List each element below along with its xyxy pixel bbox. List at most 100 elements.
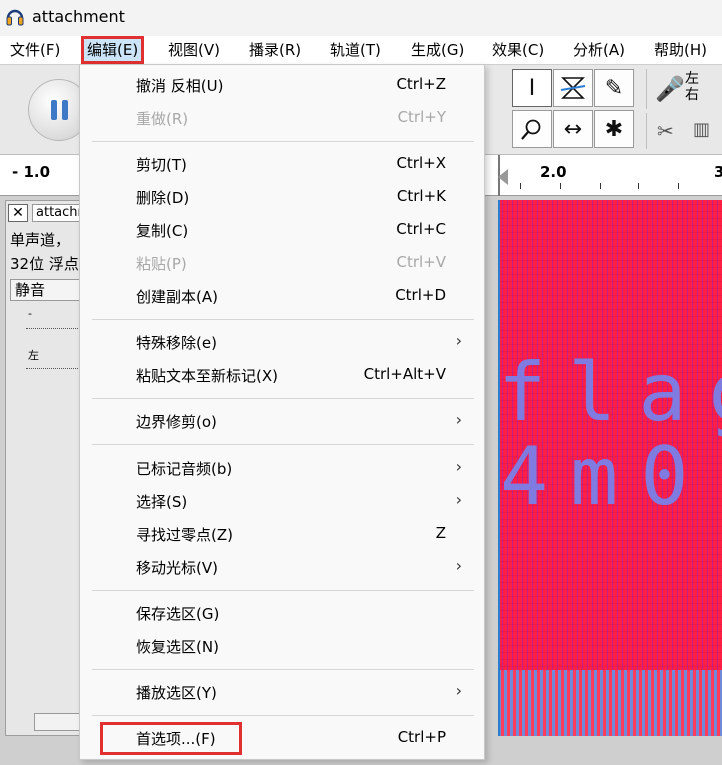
menu-edit[interactable]: 编辑(E): [81, 36, 145, 64]
menu-item-label: 重做(R): [136, 110, 189, 128]
track-info-format: 32位 浮点: [10, 255, 79, 273]
meter-channel-labels: 左右: [685, 71, 705, 103]
menu-item-select[interactable]: 选择(S) ›: [80, 485, 484, 518]
menu-separator: [92, 590, 474, 591]
ruler-label: - 1.0: [12, 163, 51, 181]
ruler-tick: [600, 183, 601, 189]
menu-item-move-cursor[interactable]: 移动光标(V) ›: [80, 551, 484, 584]
menu-item-label: 寻找过零点(Z): [136, 526, 233, 544]
edit-cursor: [498, 200, 500, 736]
menu-item-shortcut: Ctrl+Alt+V: [363, 365, 446, 383]
submenu-arrow-icon: ›: [455, 457, 462, 476]
menu-item-shortcut: Z: [435, 524, 446, 542]
menu-item-labeled-audio[interactable]: 已标记音频(b) ›: [80, 452, 484, 485]
edit-toolbar: ✂ ▥: [646, 113, 722, 149]
submenu-arrow-icon: ›: [455, 556, 462, 575]
submenu-arrow-icon: ›: [455, 410, 462, 429]
menu-item-label: 首选项...(F): [136, 730, 216, 748]
zoom-tool-icon[interactable]: [512, 110, 552, 148]
menu-item-redo[interactable]: 重做(R) Ctrl+Y: [80, 102, 484, 135]
menu-item-shortcut: Ctrl+V: [396, 253, 446, 271]
menu-item-remove-special[interactable]: 特殊移除(e) ›: [80, 326, 484, 359]
menu-item-undo[interactable]: 撤消 反相(U) Ctrl+Z: [80, 69, 484, 102]
menu-item-label: 粘贴(P): [136, 255, 187, 273]
menu-item-preferences[interactable]: 首选项...(F): [100, 722, 242, 755]
ruler-tick: [638, 183, 639, 189]
submenu-arrow-icon: ›: [455, 490, 462, 509]
menu-item-shortcut: Ctrl+X: [396, 154, 446, 172]
menu-item-shortcut: Ctrl+Z: [396, 75, 446, 93]
menu-item-find-zero-crossings[interactable]: 寻找过零点(Z) Z: [80, 518, 484, 551]
menu-item-label: 恢复选区(N): [136, 638, 219, 656]
menu-item-restore-selection[interactable]: 恢复选区(N): [80, 630, 484, 663]
menu-item-label: 特殊移除(e): [136, 334, 217, 352]
trim-icon[interactable]: ▥: [693, 119, 710, 140]
timeshift-tool-icon[interactable]: ↔: [553, 110, 593, 148]
track-close-button[interactable]: ✕: [8, 204, 28, 222]
menu-item-label: 删除(D): [136, 189, 190, 207]
pause-icon: [51, 100, 69, 120]
meter-left-label: 左: [685, 71, 699, 87]
menu-item-paste-text-new-label[interactable]: 粘贴文本至新标记(X) Ctrl+Alt+V: [80, 359, 484, 392]
multi-tool-icon[interactable]: ✱: [594, 110, 634, 148]
menu-item-shortcut: Ctrl+K: [396, 187, 446, 205]
waveform-lower-band: [498, 670, 722, 736]
cut-icon[interactable]: ✂: [657, 119, 674, 143]
title-bar: attachment: [0, 0, 722, 36]
menu-analyze[interactable]: 分析(A): [573, 36, 625, 64]
menu-separator: [92, 669, 474, 670]
menu-view[interactable]: 视图(V): [168, 36, 220, 64]
ruler-tick: [520, 183, 521, 189]
menu-item-shortcut: Ctrl+Y: [397, 108, 446, 126]
menu-item-cut[interactable]: 剪切(T) Ctrl+X: [80, 148, 484, 181]
menu-generate[interactable]: 生成(G): [411, 36, 464, 64]
menu-item-label: 播放选区(Y): [136, 684, 217, 702]
draw-tool-icon[interactable]: ✎: [594, 69, 634, 107]
menu-item-label: 复制(C): [136, 222, 189, 240]
menu-item-shortcut: Ctrl+D: [395, 286, 446, 304]
menu-effect[interactable]: 效果(C): [492, 36, 544, 64]
menu-item-label: 剪切(T): [136, 156, 187, 174]
headphones-icon: [6, 9, 24, 26]
waveform-text-line1: flag: [498, 346, 722, 439]
menu-item-label: 已标记音频(b): [136, 460, 233, 478]
menu-item-clip-boundaries[interactable]: 边界修剪(o) ›: [80, 405, 484, 438]
meter-right-label: 右: [685, 87, 699, 103]
menu-item-label: 创建副本(A): [136, 288, 218, 306]
menu-tracks[interactable]: 轨道(T): [330, 36, 381, 64]
menu-separator: [92, 444, 474, 445]
microphone-icon: 🎤: [655, 75, 685, 103]
menu-record[interactable]: 播录(R): [249, 36, 301, 64]
pan-slider[interactable]: [26, 357, 92, 373]
menu-file[interactable]: 文件(F): [10, 36, 60, 64]
waveform-display[interactable]: flag 4m0: [498, 200, 722, 736]
menu-item-shortcut: Ctrl+P: [397, 728, 446, 746]
submenu-arrow-icon: ›: [455, 681, 462, 700]
menu-item-label: 移动光标(V): [136, 559, 218, 577]
menu-separator: [92, 319, 474, 320]
submenu-arrow-icon: ›: [455, 331, 462, 350]
play-head-icon[interactable]: [498, 169, 508, 185]
menu-item-delete[interactable]: 删除(D) Ctrl+K: [80, 181, 484, 214]
gain-slider[interactable]: [26, 317, 92, 333]
menu-bar: 文件(F) 编辑(E) 视图(V) 播录(R) 轨道(T) 生成(G) 效果(C…: [0, 36, 722, 64]
ruler-label: 3: [714, 163, 722, 181]
menu-separator: [92, 398, 474, 399]
ruler-tick: [678, 183, 679, 189]
menu-help[interactable]: 帮助(H): [654, 36, 707, 64]
ruler-tick: [560, 183, 561, 189]
menu-item-label: 边界修剪(o): [136, 413, 217, 431]
ruler-label: 2.0: [540, 163, 567, 181]
recording-meter[interactable]: 🎤 左右: [646, 69, 722, 109]
menu-item-copy[interactable]: 复制(C) Ctrl+C: [80, 214, 484, 247]
menu-separator: [92, 715, 474, 716]
menu-item-label: 撤消 反相(U): [136, 77, 224, 95]
envelope-tool-icon[interactable]: [553, 69, 593, 107]
menu-item-paste[interactable]: 粘贴(P) Ctrl+V: [80, 247, 484, 280]
menu-item-duplicate[interactable]: 创建副本(A) Ctrl+D: [80, 280, 484, 313]
menu-item-play-region[interactable]: 播放选区(Y) ›: [80, 676, 484, 709]
selection-tool-icon[interactable]: I: [512, 69, 552, 107]
track-info-channels: 单声道，: [10, 231, 71, 249]
menu-item-save-selection[interactable]: 保存选区(G): [80, 597, 484, 630]
menu-item-shortcut: Ctrl+C: [396, 220, 446, 238]
